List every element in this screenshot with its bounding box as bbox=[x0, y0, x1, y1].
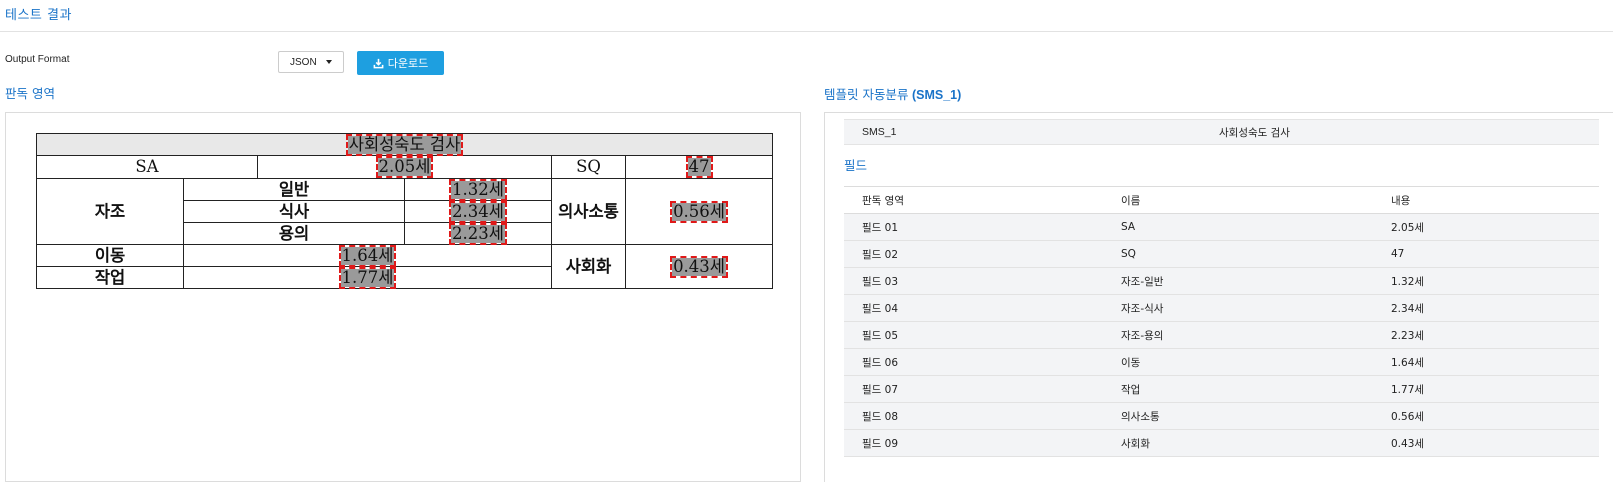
doc-title-cell: 사회성숙도 검사 bbox=[35, 133, 774, 156]
field-value: 2.34세 bbox=[1373, 294, 1599, 322]
doc-locomotion-cell: 1.64세 bbox=[183, 244, 552, 267]
field-id: 필드 01 bbox=[844, 213, 1103, 241]
caret-down-icon bbox=[326, 60, 332, 64]
field-value: 1.32세 bbox=[1373, 267, 1599, 295]
doc-communication-cell: 0.56세 bbox=[624, 178, 774, 245]
fields-table: 판독 영역 이름 내용 필드 01 SA 2.05세 필드 02 SQ 47 필드 03… bbox=[844, 186, 1599, 457]
doc-communication-value: 0.56세 bbox=[670, 200, 728, 223]
doc-dressing-cell: 2.23세 bbox=[404, 222, 552, 245]
doc-socialization-label: 사회화 bbox=[551, 244, 626, 289]
fields-title: 필드 bbox=[844, 158, 868, 173]
document-table: 사회성숙도 검사 SA 2.05세 SQ 47 자조 일반 1.32세 의사소통… bbox=[35, 133, 774, 289]
table-row[interactable]: 필드 06 이동 1.64세 bbox=[844, 348, 1599, 376]
column-header-name: 이름 bbox=[1103, 186, 1373, 214]
table-row[interactable]: 필드 09 사회화 0.43세 bbox=[844, 429, 1599, 457]
fields-header-row: 판독 영역 이름 내용 bbox=[844, 186, 1599, 214]
table-row[interactable]: 필드 08 의사소통 0.56세 bbox=[844, 402, 1599, 430]
field-value: 2.05세 bbox=[1373, 213, 1599, 241]
table-row[interactable]: 필드 07 작업 1.77세 bbox=[844, 375, 1599, 403]
document-image: 사회성숙도 검사 SA 2.05세 SQ 47 자조 일반 1.32세 의사소통… bbox=[35, 133, 774, 289]
doc-eating-value: 2.34세 bbox=[449, 200, 507, 223]
doc-sa-cell: 2.05세 bbox=[257, 155, 552, 179]
field-name: 자조-식사 bbox=[1103, 294, 1373, 322]
template-code: SMS_1 bbox=[862, 126, 897, 138]
field-id: 필드 02 bbox=[844, 240, 1103, 268]
doc-eating-label: 식사 bbox=[183, 200, 405, 223]
template-title-text: 템플릿 자동분류 bbox=[824, 87, 909, 102]
field-name: 작업 bbox=[1103, 375, 1373, 403]
field-value: 0.56세 bbox=[1373, 402, 1599, 430]
doc-locomotion-label: 이동 bbox=[36, 244, 184, 267]
doc-communication-label: 의사소통 bbox=[551, 178, 626, 245]
doc-sq-cell: 47 bbox=[624, 155, 774, 179]
table-row[interactable]: 필드 01 SA 2.05세 bbox=[844, 213, 1599, 241]
field-name: 이동 bbox=[1103, 348, 1373, 376]
doc-occupation-label: 작업 bbox=[36, 266, 184, 289]
doc-title: 사회성숙도 검사 bbox=[345, 133, 464, 156]
doc-socialization-cell: 0.43세 bbox=[624, 244, 774, 289]
field-value: 2.23세 bbox=[1373, 321, 1599, 349]
output-format-label: Output Format bbox=[5, 54, 70, 65]
field-value: 0.43세 bbox=[1373, 429, 1599, 457]
download-label: 다운로드 bbox=[387, 57, 429, 70]
template-title-code: (SMS_1) bbox=[911, 88, 962, 102]
field-name: SA bbox=[1103, 213, 1373, 241]
field-name: 의사소통 bbox=[1103, 402, 1373, 430]
field-name: 자조-일반 bbox=[1103, 267, 1373, 295]
reading-area-panel: 사회성숙도 검사 SA 2.05세 SQ 47 자조 일반 1.32세 의사소통… bbox=[5, 112, 801, 482]
doc-general-label: 일반 bbox=[183, 178, 405, 201]
header-divider bbox=[0, 31, 1613, 32]
doc-general-cell: 1.32세 bbox=[404, 178, 552, 201]
table-row[interactable]: 필드 03 자조-일반 1.32세 bbox=[844, 267, 1599, 295]
field-value: 1.64세 bbox=[1373, 348, 1599, 376]
field-name: 사회화 bbox=[1103, 429, 1373, 457]
field-id: 필드 09 bbox=[844, 429, 1103, 457]
doc-locomotion-value: 1.64세 bbox=[338, 244, 397, 267]
output-format-select[interactable]: JSON bbox=[278, 51, 344, 73]
doc-sq-label: SQ bbox=[551, 155, 626, 179]
output-format-value: JSON bbox=[290, 56, 317, 68]
doc-occupation-value: 1.77세 bbox=[338, 266, 397, 289]
column-header-content: 내용 bbox=[1373, 186, 1599, 214]
table-row[interactable]: 필드 05 자조-용의 2.23세 bbox=[844, 321, 1599, 349]
field-id: 필드 07 bbox=[844, 375, 1103, 403]
doc-sa-label: SA bbox=[36, 155, 258, 179]
column-header-area: 판독 영역 bbox=[844, 186, 1103, 214]
template-classification-title: 템플릿 자동분류 (SMS_1) bbox=[824, 84, 961, 103]
download-icon bbox=[373, 58, 384, 68]
doc-general-value: 1.32세 bbox=[449, 178, 507, 201]
doc-self-help-label: 자조 bbox=[36, 178, 184, 245]
field-name: 자조-용의 bbox=[1103, 321, 1373, 349]
doc-eating-cell: 2.34세 bbox=[404, 200, 552, 223]
field-id: 필드 03 bbox=[844, 267, 1103, 295]
field-value: 47 bbox=[1373, 240, 1599, 268]
table-row[interactable]: 필드 04 자조-식사 2.34세 bbox=[844, 294, 1599, 322]
doc-sq-value: 47 bbox=[685, 156, 713, 178]
doc-occupation-cell: 1.77세 bbox=[183, 266, 552, 289]
doc-socialization-value: 0.43세 bbox=[670, 255, 728, 278]
template-name: 사회성숙도 검사 bbox=[1219, 126, 1290, 139]
template-row[interactable]: SMS_1 사회성숙도 검사 bbox=[844, 119, 1599, 145]
table-row[interactable]: 필드 02 SQ 47 bbox=[844, 240, 1599, 268]
field-id: 필드 05 bbox=[844, 321, 1103, 349]
field-value: 1.77세 bbox=[1373, 375, 1599, 403]
field-name: SQ bbox=[1103, 240, 1373, 268]
field-id: 필드 04 bbox=[844, 294, 1103, 322]
reading-area-title: 판독 영역 bbox=[5, 86, 55, 101]
doc-sa-value: 2.05세 bbox=[375, 156, 434, 178]
download-button[interactable]: 다운로드 bbox=[357, 51, 444, 75]
field-id: 필드 06 bbox=[844, 348, 1103, 376]
page-title: 테스트 결과 bbox=[5, 8, 72, 23]
field-id: 필드 08 bbox=[844, 402, 1103, 430]
template-panel: SMS_1 사회성숙도 검사 필드 판독 영역 이름 내용 필드 01 SA 2.0… bbox=[824, 112, 1613, 482]
doc-dressing-value: 2.23세 bbox=[449, 222, 507, 245]
doc-dressing-label: 용의 bbox=[183, 222, 405, 245]
